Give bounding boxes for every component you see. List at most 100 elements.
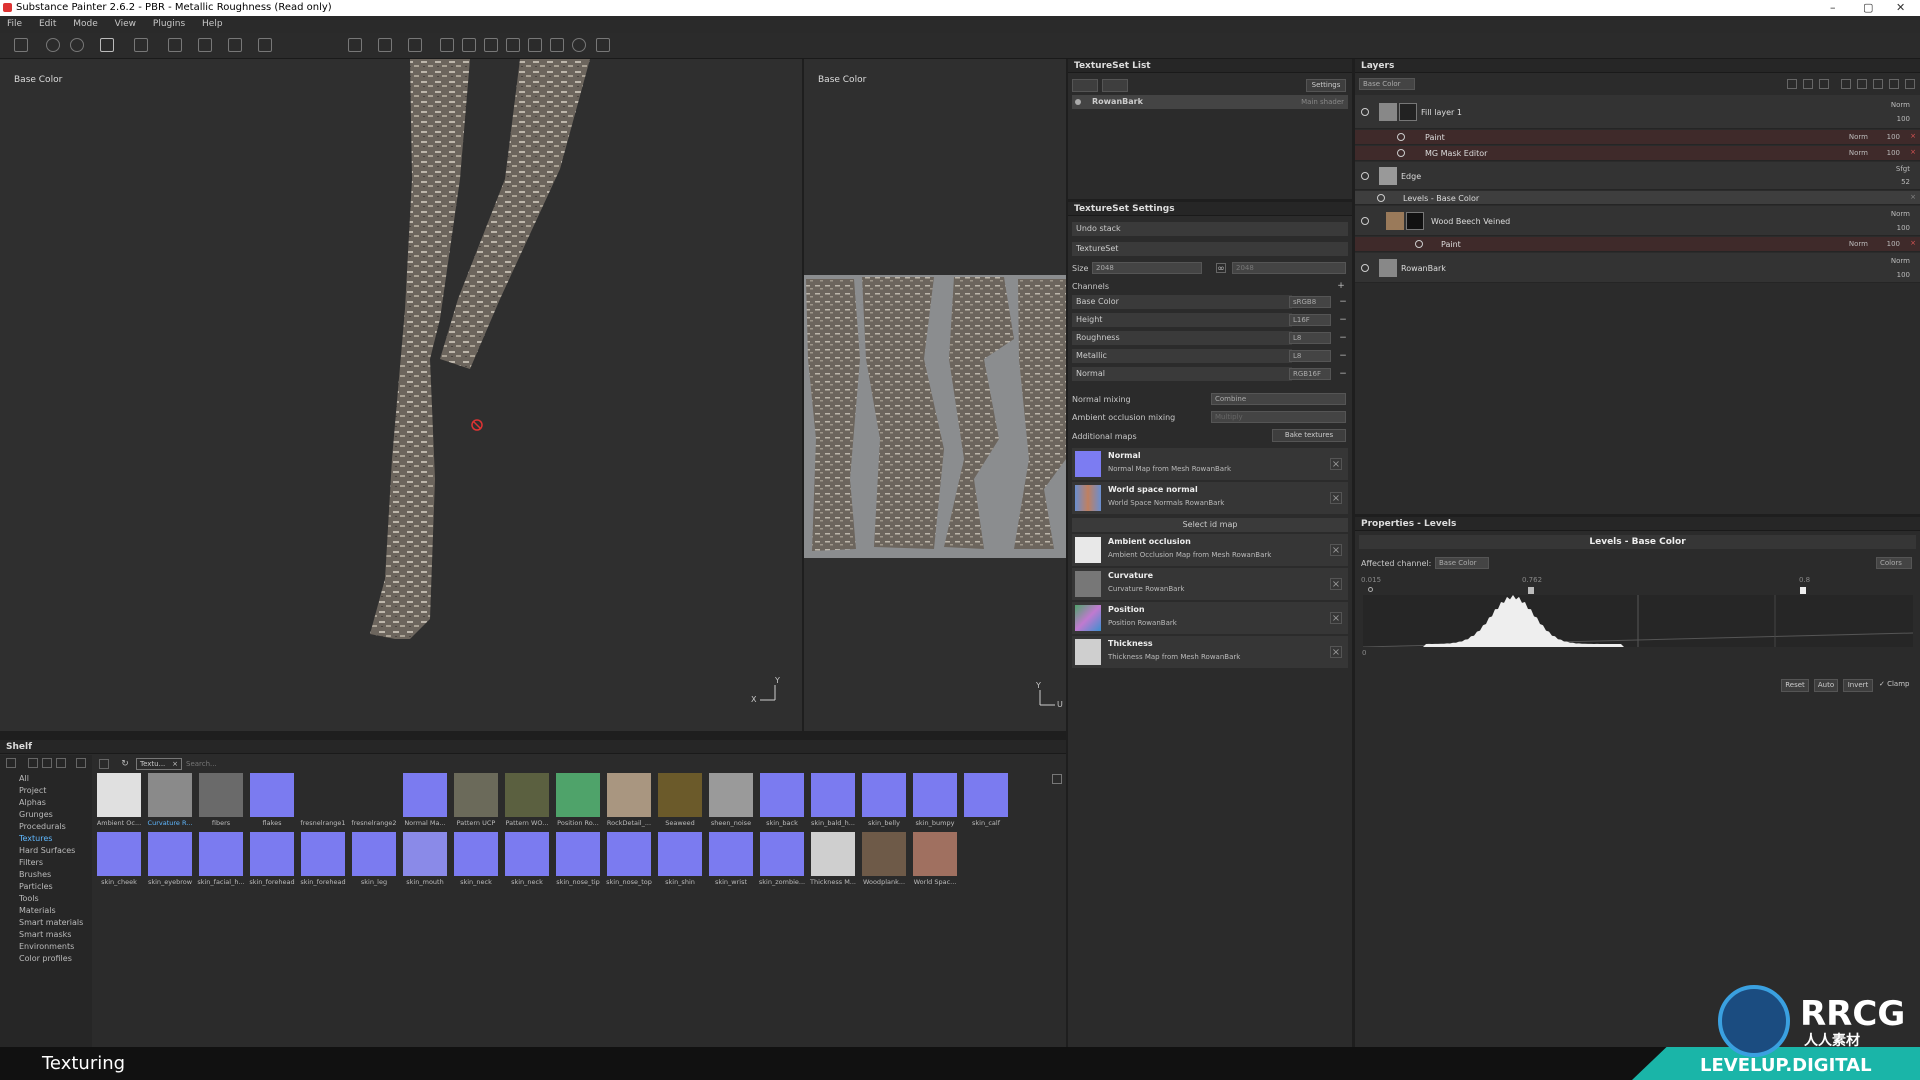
shelf-category-procedurals[interactable]: Procedurals <box>19 822 66 831</box>
shelf-texture-thumbnail[interactable] <box>250 773 294 817</box>
channel-row[interactable]: Height <box>1072 313 1292 327</box>
refresh-icon[interactable]: ↻ <box>120 759 130 769</box>
visibility-eye-icon[interactable] <box>1361 108 1369 116</box>
layer-fill-1[interactable]: Fill layer 1 Norm 100 <box>1355 95 1920 129</box>
channel-row[interactable]: Roughness <box>1072 331 1292 345</box>
shelf-texture-thumbnail[interactable] <box>97 773 141 817</box>
shelf-texture-thumbnail[interactable] <box>505 773 549 817</box>
remove-map-icon[interactable]: × <box>1330 492 1342 504</box>
shelf-search-input[interactable] <box>186 758 386 770</box>
effect-opacity[interactable]: 100 <box>1887 133 1900 141</box>
shelf-texture-thumbnail[interactable] <box>352 773 396 817</box>
visibility-icon[interactable] <box>1075 99 1081 105</box>
texture-set-filter-button[interactable] <box>1072 79 1098 92</box>
shelf-category-project[interactable]: Project <box>19 786 46 795</box>
shelf-texture-thumbnail[interactable] <box>709 773 753 817</box>
menu-help[interactable]: Help <box>202 19 223 29</box>
additional-map-item[interactable]: Ambient occlusion Ambient Occlusion Map … <box>1072 534 1348 566</box>
channel-row[interactable]: Normal <box>1072 367 1292 381</box>
clear-filter-icon[interactable]: × <box>172 759 178 769</box>
shelf-texture-thumbnail[interactable] <box>709 832 753 876</box>
viewport-3d[interactable]: Base Color Y X <box>0 59 802 731</box>
remove-channel-icon[interactable]: − <box>1338 315 1348 325</box>
channel-row[interactable]: Metallic <box>1072 349 1292 363</box>
menu-edit[interactable]: Edit <box>39 19 56 29</box>
material-picker-icon[interactable] <box>596 38 610 52</box>
shelf-texture-thumbnail[interactable] <box>403 832 447 876</box>
eraser-icon[interactable] <box>462 38 476 52</box>
shelf-texture-thumbnail[interactable] <box>862 773 906 817</box>
menu-mode[interactable]: Mode <box>73 19 98 29</box>
shelf-texture-thumbnail[interactable] <box>352 832 396 876</box>
remove-map-icon[interactable]: × <box>1330 612 1342 624</box>
mirror-y-icon[interactable] <box>258 38 272 52</box>
shelf-category-materials[interactable]: Materials <box>19 906 56 915</box>
remove-map-icon[interactable]: × <box>1330 544 1342 556</box>
shelf-category-particles[interactable]: Particles <box>19 882 53 891</box>
visibility-eye-icon[interactable] <box>1397 133 1405 141</box>
menu-view[interactable]: View <box>115 19 136 29</box>
uv-view-icon[interactable] <box>408 38 422 52</box>
input-high-handle[interactable] <box>1800 587 1806 594</box>
shelf-category-tools[interactable]: Tools <box>19 894 39 903</box>
levels-reset-button[interactable]: Reset <box>1781 679 1809 692</box>
projection-icon[interactable] <box>484 38 498 52</box>
smudge-icon[interactable] <box>528 38 542 52</box>
filter-tag[interactable]: Textu... × <box>136 758 182 770</box>
share-icon[interactable] <box>134 38 148 52</box>
add-folder-icon[interactable] <box>1873 79 1883 89</box>
shelf-texture-thumbnail[interactable] <box>658 773 702 817</box>
menu-file[interactable]: File <box>7 19 22 29</box>
shelf-texture-thumbnail[interactable] <box>301 832 345 876</box>
add-effect-icon[interactable] <box>1803 79 1813 89</box>
layer-opacity[interactable]: 52 <box>1901 178 1910 186</box>
layer-blend[interactable]: Norm <box>1891 210 1910 218</box>
effect-opacity[interactable]: 100 <box>1887 240 1900 248</box>
remove-channel-icon[interactable]: − <box>1338 333 1348 343</box>
shader-label[interactable]: Main shader <box>1301 95 1344 109</box>
maximize-button[interactable]: ▢ <box>1863 0 1873 16</box>
channel-format-select[interactable]: L8 <box>1289 350 1331 362</box>
effect-blend[interactable]: Norm <box>1849 133 1868 141</box>
clone-icon[interactable] <box>550 38 564 52</box>
shelf-category-textures[interactable]: Textures <box>19 834 52 843</box>
remove-map-icon[interactable]: × <box>1330 458 1342 470</box>
shelf-import-icon[interactable] <box>28 758 38 768</box>
brush-icon[interactable] <box>168 38 182 52</box>
viewport-2d[interactable]: Base Color Y U <box>804 59 1066 731</box>
effect-blend[interactable]: Norm <box>1849 149 1868 157</box>
clamp-checkbox[interactable]: ✓ Clamp <box>1879 680 1909 688</box>
channel-row[interactable]: Base Color <box>1072 295 1292 309</box>
layer-channel-select[interactable]: Base Color <box>1359 78 1415 90</box>
shelf-delete-icon[interactable] <box>76 758 86 768</box>
remove-channel-icon[interactable]: − <box>1338 369 1348 379</box>
photoshop-export-icon[interactable] <box>100 38 114 52</box>
shelf-category-all[interactable]: All <box>19 774 29 783</box>
viewport-layout-icon[interactable] <box>348 38 362 52</box>
additional-map-item[interactable]: Curvature Curvature RowanBark × <box>1072 568 1348 600</box>
remove-map-icon[interactable]: × <box>1330 578 1342 590</box>
add-channel-icon[interactable]: + <box>1336 281 1346 291</box>
shelf-texture-thumbnail[interactable] <box>403 773 447 817</box>
undo-stack-row[interactable]: Undo stack <box>1072 222 1348 236</box>
input-mid-handle[interactable] <box>1528 587 1534 594</box>
layer-opacity[interactable]: 100 <box>1897 271 1910 279</box>
shelf-texture-thumbnail[interactable] <box>250 832 294 876</box>
layer-effect-paint-2[interactable]: Paint Norm 100 × <box>1355 237 1920 252</box>
shelf-texture-thumbnail[interactable] <box>97 832 141 876</box>
delete-layer-icon[interactable] <box>1905 79 1915 89</box>
texture-set-item-rowanbark[interactable]: RowanBark Main shader <box>1072 95 1348 109</box>
shelf-texture-thumbnail[interactable] <box>454 773 498 817</box>
shelf-texture-thumbnail[interactable] <box>454 832 498 876</box>
texture-set-filter-button-2[interactable] <box>1102 79 1128 92</box>
channel-format-select[interactable]: RGB16F <box>1289 368 1331 380</box>
texture-set-row[interactable]: TextureSet <box>1072 242 1348 256</box>
shelf-texture-thumbnail[interactable] <box>148 832 192 876</box>
visibility-eye-icon[interactable] <box>1415 240 1423 248</box>
remove-effect-icon[interactable]: × <box>1910 239 1916 247</box>
shelf-new-icon[interactable] <box>42 758 52 768</box>
ao-mixing-select[interactable]: Multiply <box>1211 411 1346 423</box>
channel-format-select[interactable]: L16F <box>1289 314 1331 326</box>
shelf-texture-thumbnail[interactable] <box>862 832 906 876</box>
shelf-category-filters[interactable]: Filters <box>19 858 43 867</box>
